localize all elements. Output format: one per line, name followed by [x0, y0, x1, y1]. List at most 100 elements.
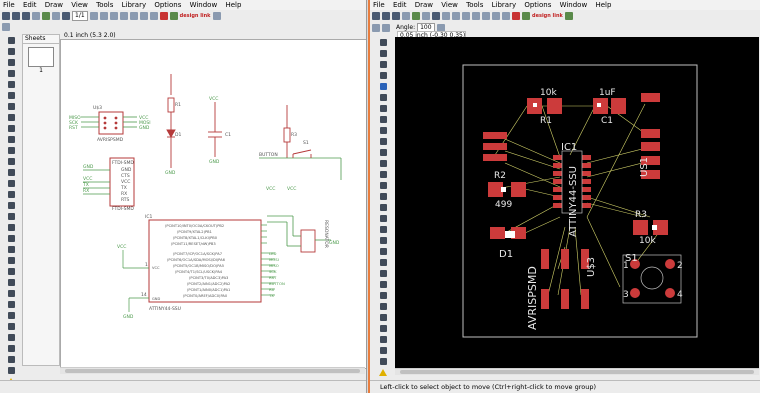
board-cam-icon[interactable] [402, 12, 410, 20]
pinswap-tool-icon[interactable] [7, 179, 16, 188]
menu-tools[interactable]: Tools [96, 1, 113, 9]
zoom-out-icon[interactable] [109, 12, 118, 20]
menu-edit[interactable]: Edit [23, 1, 37, 9]
board-print-icon[interactable] [392, 12, 400, 20]
move-tool-icon[interactable] [7, 80, 16, 89]
board-display-tool-icon[interactable] [379, 60, 388, 69]
board-ripup-tool-icon[interactable] [379, 280, 388, 289]
rect-tool-icon[interactable] [7, 311, 16, 320]
menu-library[interactable]: Library [122, 1, 146, 9]
schematic-scroll-thumb[interactable] [65, 369, 360, 373]
board-zoom-in-icon[interactable] [452, 12, 460, 20]
rotate-tool-icon[interactable] [7, 113, 16, 122]
zoom-fit-icon[interactable] [89, 12, 98, 20]
net-tool-icon[interactable] [7, 344, 16, 353]
undo-icon[interactable] [139, 12, 148, 20]
board-lock-tool-icon[interactable] [379, 181, 388, 190]
script-icon[interactable] [52, 12, 60, 20]
menu-options[interactable]: Options [154, 1, 181, 9]
board-drc-tool-icon[interactable] [379, 357, 388, 366]
board-horizontal-scrollbar[interactable] [395, 368, 759, 375]
board-text-tool-icon[interactable] [379, 302, 388, 311]
add-tool-icon[interactable] [7, 168, 16, 177]
board-wire-tool-icon[interactable] [379, 291, 388, 300]
board-zoom-out-icon[interactable] [462, 12, 470, 20]
help-icon[interactable] [212, 12, 221, 20]
redraw-icon[interactable] [129, 12, 138, 20]
board-menu-file[interactable]: File [373, 1, 385, 9]
delete-tool-icon[interactable] [7, 157, 16, 166]
board-delete-tool-icon[interactable] [379, 159, 388, 168]
board-change-tool-icon[interactable] [379, 137, 388, 146]
board-redraw-icon[interactable] [482, 12, 490, 20]
board-route-tool-icon[interactable] [379, 269, 388, 278]
group-tool-icon[interactable] [7, 124, 16, 133]
change-tool-icon[interactable] [7, 135, 16, 144]
menu-view[interactable]: View [71, 1, 88, 9]
board-redo-icon[interactable] [502, 12, 510, 20]
print-icon[interactable] [22, 12, 30, 20]
menu-file[interactable]: File [3, 1, 15, 9]
board-optimize-tool-icon[interactable] [379, 258, 388, 267]
sheet-select[interactable]: 1/1 [72, 11, 88, 21]
sheet-thumbnail[interactable] [28, 47, 54, 67]
board-split-tool-icon[interactable] [379, 247, 388, 256]
paste-tool-icon[interactable] [7, 146, 16, 155]
board-rotate-tool-icon[interactable] [379, 115, 388, 124]
board-layer-icon[interactable] [382, 23, 390, 32]
bus-tool-icon[interactable] [7, 333, 16, 342]
run-icon[interactable] [62, 12, 70, 20]
board-show-tool-icon[interactable] [379, 49, 388, 58]
show-tool-icon[interactable] [7, 47, 16, 56]
board-help-icon[interactable] [564, 12, 573, 20]
board-add-tool-icon[interactable] [379, 170, 388, 179]
board-save-icon[interactable] [382, 12, 390, 20]
board-stop-icon[interactable] [512, 12, 520, 20]
board-mirror-tool-icon[interactable] [379, 104, 388, 113]
split-tool-icon[interactable] [7, 245, 16, 254]
board-errors-warning-icon[interactable] [379, 368, 388, 377]
menu-draw[interactable]: Draw [45, 1, 63, 9]
board-menu-options[interactable]: Options [524, 1, 551, 9]
board-paste-tool-icon[interactable] [379, 148, 388, 157]
board-copy-tool-icon[interactable] [379, 93, 388, 102]
board-undo-icon[interactable] [492, 12, 500, 20]
board-group-tool-icon[interactable] [379, 126, 388, 135]
open-icon[interactable] [2, 12, 10, 20]
erc-tool-icon[interactable] [7, 366, 16, 375]
board-menu-window[interactable]: Window [560, 1, 588, 9]
grid-icon[interactable] [2, 23, 10, 31]
polygon-tool-icon[interactable] [7, 322, 16, 331]
board-menu-library[interactable]: Library [492, 1, 516, 9]
board-mark-tool-icon[interactable] [379, 71, 388, 80]
menu-help[interactable]: Help [225, 1, 241, 9]
board-open-icon[interactable] [372, 12, 380, 20]
board-move-tool-icon[interactable] [379, 82, 388, 91]
zoom-select-icon[interactable] [119, 12, 128, 20]
stop-icon[interactable] [159, 12, 168, 20]
junction-tool-icon[interactable] [7, 355, 16, 364]
board-design-link-logo[interactable]: design link [532, 13, 563, 19]
circle-tool-icon[interactable] [7, 289, 16, 298]
wire-tool-icon[interactable] [7, 267, 16, 276]
menu-window[interactable]: Window [190, 1, 218, 9]
schematic-switch-icon[interactable] [412, 12, 420, 20]
board-polygon-tool-icon[interactable] [379, 335, 388, 344]
board-via-tool-icon[interactable] [379, 346, 388, 355]
arc-tool-icon[interactable] [7, 300, 16, 309]
copy-tool-icon[interactable] [7, 91, 16, 100]
value-tool-icon[interactable] [7, 212, 16, 221]
board-zoom-fit-icon[interactable] [442, 12, 450, 20]
board-menu-tools[interactable]: Tools [466, 1, 483, 9]
board-menu-view[interactable]: View [441, 1, 458, 9]
board-script-icon[interactable] [422, 12, 430, 20]
board-canvas[interactable]: 10k R1 1uF C1 IC1 ATTINY44-SSU US1 R2 49… [395, 37, 759, 368]
board-zoom-select-icon[interactable] [472, 12, 480, 20]
board-rect-tool-icon[interactable] [379, 324, 388, 333]
board-miter-tool-icon[interactable] [379, 236, 388, 245]
miter-tool-icon[interactable] [7, 234, 16, 243]
schematic-canvas[interactable]: U$3 AVRISPSMD MISO SCK RST VCC MOSI GND … [60, 39, 366, 369]
mark-tool-icon[interactable] [7, 69, 16, 78]
board-replace-tool-icon[interactable] [379, 192, 388, 201]
text-tool-icon[interactable] [7, 278, 16, 287]
